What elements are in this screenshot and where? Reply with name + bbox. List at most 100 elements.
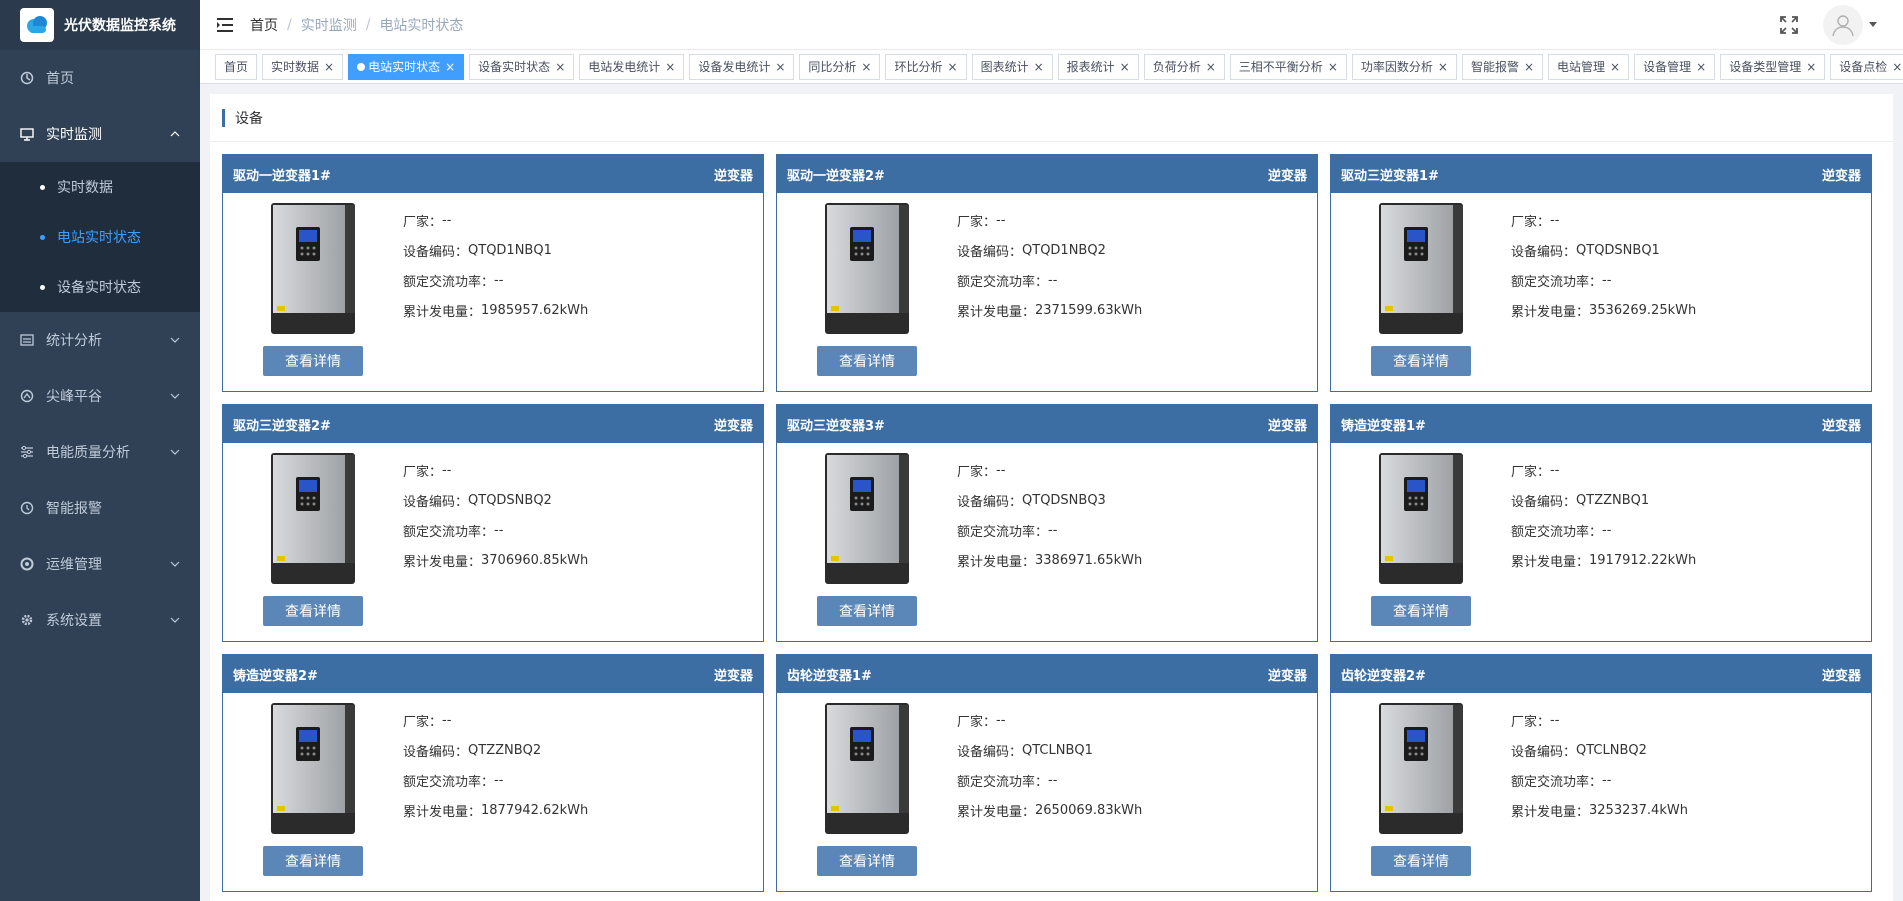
bullet-icon — [40, 184, 45, 190]
tag-item-0[interactable]: 首页 — [215, 53, 258, 80]
tag-item-2[interactable]: 电站实时状态 × — [348, 53, 465, 80]
close-icon[interactable]: × — [1438, 55, 1448, 79]
sidebar-item-label: 电能质量分析 — [46, 445, 130, 461]
rated-power-label: 额定交流功率： — [403, 774, 495, 790]
tag-item-3[interactable]: 设备实时状态 × — [469, 53, 575, 80]
device-info: 厂家： -- 设备编码： QTZZNBQ2 额定交流功率： -- 累计发电量： 1877… — [403, 693, 588, 891]
tag-item-17[interactable]: 设备点检 × — [1830, 53, 1903, 80]
tag-item-13[interactable]: 智能报警 × — [1461, 53, 1544, 80]
device-code-value: QTZZNBQ2 — [468, 742, 542, 758]
close-icon[interactable]: × — [1034, 55, 1044, 79]
close-icon[interactable]: × — [1696, 55, 1706, 79]
total-energy-label: 累计发电量： — [403, 804, 482, 820]
manufacturer-label: 厂家： — [1511, 214, 1551, 230]
close-icon[interactable]: × — [665, 55, 675, 79]
close-icon[interactable]: × — [324, 55, 334, 79]
tag-item-11[interactable]: 三相不平衡分析 × — [1229, 53, 1347, 80]
sliders-icon — [20, 445, 34, 459]
tag-item-1[interactable]: 实时数据 × — [262, 53, 344, 80]
view-details-button[interactable]: 查看详情 — [1371, 596, 1471, 626]
device-code-row: 设备编码： QTZZNBQ2 — [403, 735, 588, 765]
breadcrumb-home[interactable]: 首页 — [250, 15, 278, 35]
rated-power-label: 额定交流功率： — [403, 274, 495, 290]
tag-item-8[interactable]: 图表统计 × — [971, 53, 1053, 80]
breadcrumb-realtime[interactable]: 实时监测 — [301, 15, 357, 35]
close-icon[interactable]: × — [861, 55, 871, 79]
sidebar-item-power-quality[interactable]: 电能质量分析 — [0, 424, 200, 480]
sidebar-item-realtime-monitor[interactable]: 实时监测 — [0, 106, 200, 162]
view-details-button[interactable]: 查看详情 — [817, 846, 917, 876]
device-card-4: 驱动三逆变器3# 逆变器 查看详情 厂家： -- 设备编码： QTQDSNBQ3… — [776, 404, 1318, 642]
sidebar-item-label: 智能报警 — [46, 501, 102, 517]
close-icon[interactable]: × — [1524, 55, 1534, 79]
close-icon[interactable]: × — [1610, 55, 1620, 79]
device-code-row: 设备编码： QTCLNBQ1 — [957, 735, 1142, 765]
close-icon[interactable]: × — [1206, 55, 1216, 79]
sidebar-item-ops[interactable]: 运维管理 — [0, 536, 200, 592]
manufacturer-value: -- — [996, 462, 1006, 478]
tag-item-7[interactable]: 环比分析 × — [885, 53, 967, 80]
manufacturer-value: -- — [996, 712, 1006, 728]
tag-label: 设备管理 — [1643, 59, 1692, 74]
tag-item-10[interactable]: 负荷分析 × — [1143, 53, 1225, 80]
tag-item-16[interactable]: 设备类型管理 × — [1720, 53, 1826, 80]
caret-down-icon[interactable] — [1863, 0, 1883, 50]
close-icon[interactable]: × — [775, 55, 785, 79]
view-details-button[interactable]: 查看详情 — [817, 596, 917, 626]
total-energy-row: 累计发电量： 1985957.62kWh — [403, 295, 588, 325]
total-energy-row: 累计发电量： 3253237.4kWh — [1511, 795, 1688, 825]
submenu-realtime: 实时数据 电站实时状态 设备实时状态 — [0, 162, 200, 312]
close-icon[interactable]: × — [1120, 55, 1130, 79]
tag-item-9[interactable]: 报表统计 × — [1057, 53, 1139, 80]
device-type: 逆变器 — [1267, 168, 1307, 184]
view-details-button[interactable]: 查看详情 — [1371, 846, 1471, 876]
rated-power-label: 额定交流功率： — [957, 274, 1049, 290]
fullscreen-icon[interactable] — [1769, 0, 1809, 50]
device-info: 厂家： -- 设备编码： QTQDSNBQ1 额定交流功率： -- 累计发电量： 353… — [1511, 193, 1696, 391]
sidebar-subitem-station-status[interactable]: 电站实时状态 — [0, 212, 200, 262]
sidebar-subitem-device-status[interactable]: 设备实时状态 — [0, 262, 200, 312]
tag-item-14[interactable]: 电站管理 × — [1548, 53, 1630, 80]
sidebar-item-peak-valley[interactable]: 尖峰平谷 — [0, 368, 200, 424]
view-details-button[interactable]: 查看详情 — [263, 846, 363, 876]
sidebar-subitem-realtime-data[interactable]: 实时数据 — [0, 162, 200, 212]
sidebar-item-home[interactable]: 首页 — [0, 50, 200, 106]
tag-item-4[interactable]: 电站发电统计 × — [579, 53, 685, 80]
view-details-button[interactable]: 查看详情 — [263, 346, 363, 376]
avatar[interactable] — [1823, 5, 1863, 45]
tag-item-15[interactable]: 设备管理 × — [1634, 53, 1716, 80]
inverter-image — [1371, 451, 1471, 586]
close-icon[interactable]: × — [948, 55, 958, 79]
view-details-button[interactable]: 查看详情 — [263, 596, 363, 626]
sidebar-item-settings[interactable]: 系统设置 — [0, 592, 200, 648]
close-icon[interactable]: × — [1892, 55, 1902, 79]
device-code-label: 设备编码： — [403, 244, 469, 260]
manufacturer-value: -- — [1550, 212, 1560, 228]
manufacturer-label: 厂家： — [957, 464, 997, 480]
view-details-button[interactable]: 查看详情 — [817, 346, 917, 376]
close-icon[interactable]: × — [1328, 55, 1338, 79]
close-icon[interactable]: × — [555, 55, 565, 79]
device-card-header: 驱动三逆变器2# 逆变器 — [223, 405, 763, 443]
device-card-2: 驱动三逆变器1# 逆变器 查看详情 厂家： -- 设备编码： QTQDSNBQ1… — [1330, 154, 1872, 392]
device-code-label: 设备编码： — [403, 744, 469, 760]
tag-item-12[interactable]: 功率因数分析 × — [1351, 53, 1457, 80]
sidebar-item-label: 系统设置 — [46, 613, 102, 629]
tag-item-5[interactable]: 设备发电统计 × — [689, 53, 795, 80]
sidebar-subitem-label: 电站实时状态 — [57, 230, 141, 246]
device-code-row: 设备编码： QTQDSNBQ1 — [1511, 235, 1696, 265]
sidebar-item-statistics[interactable]: 统计分析 — [0, 312, 200, 368]
sidebar-subitem-label: 设备实时状态 — [57, 280, 141, 296]
view-details-button[interactable]: 查看详情 — [1371, 346, 1471, 376]
manufacturer-row: 厂家： -- — [1511, 455, 1696, 485]
manufacturer-value: -- — [996, 212, 1006, 228]
manufacturer-label: 厂家： — [957, 714, 997, 730]
sidebar-item-smart-alarm[interactable]: 智能报警 — [0, 480, 200, 536]
total-energy-label: 累计发电量： — [403, 554, 482, 570]
tag-label: 同比分析 — [808, 59, 857, 74]
close-icon[interactable]: × — [445, 55, 455, 79]
menu-toggle-icon[interactable] — [200, 0, 250, 50]
rated-power-row: 额定交流功率： -- — [957, 265, 1142, 295]
tag-item-6[interactable]: 同比分析 × — [799, 53, 881, 80]
close-icon[interactable]: × — [1806, 55, 1816, 79]
